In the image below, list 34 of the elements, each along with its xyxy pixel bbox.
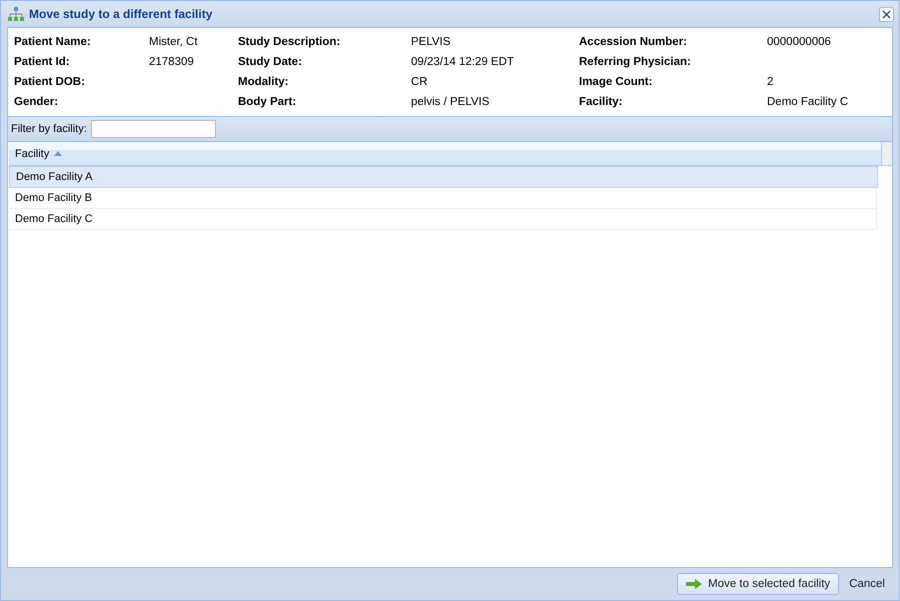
field-value: PELVIS bbox=[411, 36, 450, 48]
table-row[interactable]: Demo Facility B bbox=[9, 188, 877, 209]
field-label: Referring Physician: bbox=[579, 56, 692, 68]
hierarchy-icon bbox=[8, 7, 24, 21]
field-value: 2178309 bbox=[149, 56, 194, 68]
close-icon bbox=[882, 10, 891, 18]
field-value: 2 bbox=[767, 76, 774, 88]
field-label: Patient Id: bbox=[14, 56, 71, 68]
field-label: Patient Name: bbox=[14, 36, 92, 48]
field-label: Modality: bbox=[238, 76, 290, 88]
table-row[interactable]: Demo Facility C bbox=[9, 209, 877, 230]
close-button[interactable] bbox=[879, 6, 894, 22]
field-value: Demo Facility C bbox=[767, 96, 848, 108]
field-label: Patient DOB: bbox=[14, 76, 86, 88]
field-label: Gender: bbox=[14, 96, 60, 108]
field-label: Study Date: bbox=[238, 56, 303, 68]
table-row[interactable]: Demo Facility A bbox=[9, 166, 878, 188]
field-label: Accession Number: bbox=[579, 36, 688, 48]
filter-label: Filter by facility: bbox=[11, 123, 87, 135]
field-value: Mister, Ct bbox=[149, 36, 198, 48]
field-label: Facility: bbox=[579, 96, 624, 108]
cancel-button[interactable]: Cancel bbox=[845, 578, 889, 590]
field-label: Study Description: bbox=[238, 36, 342, 48]
field-label: Body Part: bbox=[238, 96, 298, 108]
filter-field[interactable] bbox=[90, 120, 216, 138]
move-button[interactable]: Move to selected facility bbox=[677, 573, 840, 595]
window-title: Move study to a different facility bbox=[29, 7, 214, 21]
arrow-right-icon bbox=[686, 579, 702, 589]
field-value: 09/23/14 12:29 EDT bbox=[411, 56, 514, 68]
field-value: CR bbox=[411, 76, 428, 88]
field-value: pelvis / PELVIS bbox=[411, 96, 490, 108]
field-label: Image Count: bbox=[579, 76, 654, 88]
field-value: 0000000006 bbox=[767, 36, 831, 48]
header-filler bbox=[882, 142, 892, 165]
